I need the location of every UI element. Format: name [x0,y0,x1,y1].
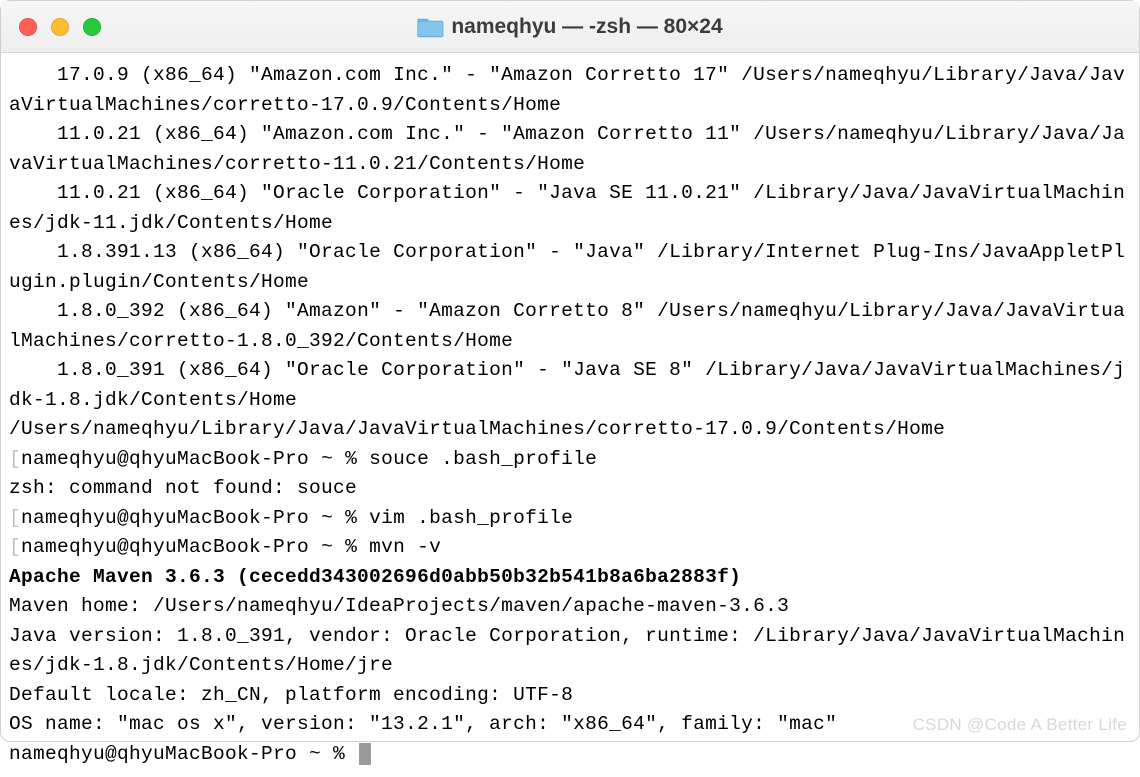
output-line: Default locale: zh_CN, platform encoding… [9,684,573,706]
output-line: 11.0.21 (x86_64) "Oracle Corporation" - … [9,182,1125,234]
window-title-group: nameqhyu — -zsh — 80×24 [417,15,722,39]
output-line: 17.0.9 (x86_64) "Amazon.com Inc." - "Ama… [9,64,1125,116]
output-line: Maven home: /Users/nameqhyu/IdeaProjects… [9,595,789,617]
close-button[interactable] [19,18,37,36]
prompt-prefix: nameqhyu@qhyuMacBook-Pro ~ % [9,448,369,470]
terminal-content[interactable]: 17.0.9 (x86_64) "Amazon.com Inc." - "Ama… [1,53,1139,777]
window-title: nameqhyu — -zsh — 80×24 [451,15,722,39]
traffic-lights [19,18,101,36]
watermark: CSDN @Code A Better Life [913,715,1127,735]
output-line: /Users/nameqhyu/Library/Java/JavaVirtual… [9,418,945,440]
output-line: Java version: 1.8.0_391, vendor: Oracle … [9,625,1125,677]
output-line: 1.8.391.13 (x86_64) "Oracle Corporation"… [9,241,1125,293]
prompt-prefix: nameqhyu@qhyuMacBook-Pro ~ % [9,507,369,529]
titlebar: nameqhyu — -zsh — 80×24 [1,1,1139,53]
prompt-prefix: nameqhyu@qhyuMacBook-Pro ~ % [9,536,369,558]
output-line: 1.8.0_391 (x86_64) "Oracle Corporation" … [9,359,1125,411]
output-line: 1.8.0_392 (x86_64) "Amazon" - "Amazon Co… [9,300,1125,352]
output-line: OS name: "mac os x", version: "13.2.1", … [9,713,837,735]
folder-icon [417,16,443,38]
maven-version-line: Apache Maven 3.6.3 (cecedd343002696d0abb… [9,566,741,588]
prompt-prefix: nameqhyu@qhyuMacBook-Pro ~ % [9,743,357,765]
maximize-button[interactable] [83,18,101,36]
command-text: souce .bash_profile [369,448,597,470]
command-text: vim .bash_profile [369,507,573,529]
minimize-button[interactable] [51,18,69,36]
output-line: 11.0.21 (x86_64) "Amazon.com Inc." - "Am… [9,123,1125,175]
cursor [359,743,371,765]
command-text: mvn -v [369,536,441,558]
error-line: zsh: command not found: souce [9,477,357,499]
